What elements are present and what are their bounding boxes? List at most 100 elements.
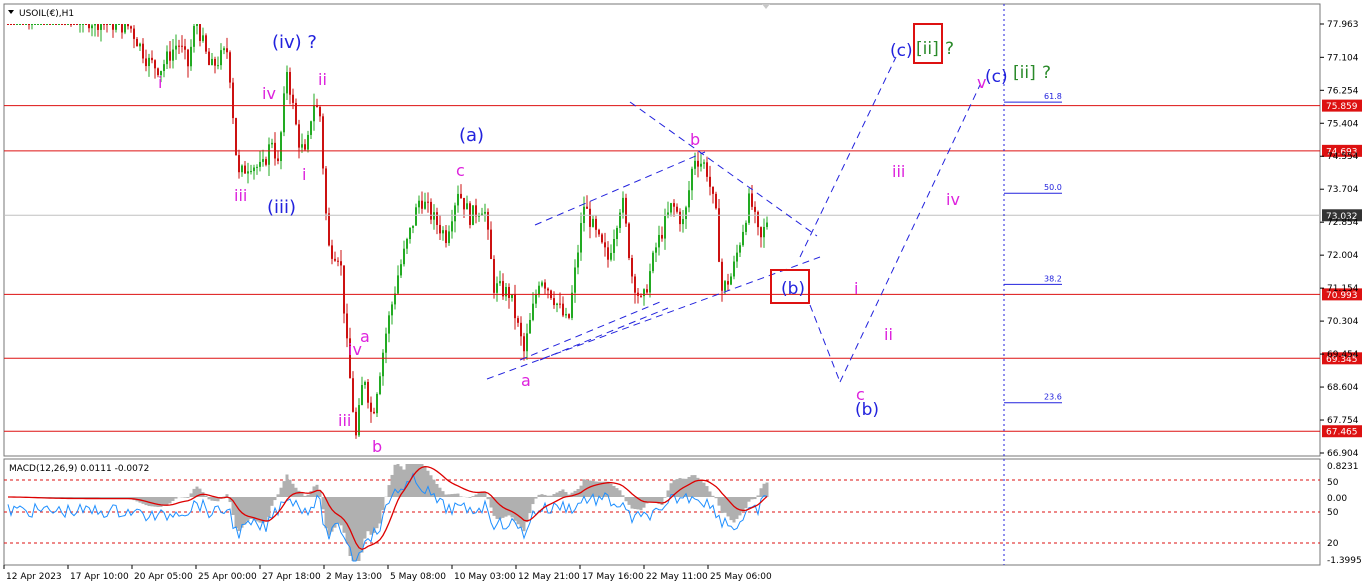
candle-body	[607, 247, 609, 260]
candle-body	[91, 25, 93, 29]
wave-label: i	[158, 73, 162, 92]
candle-body	[610, 252, 612, 260]
price-tick-label: 67.754	[1327, 416, 1359, 426]
candle-body	[211, 58, 213, 66]
candle-body	[106, 24, 108, 25]
candle-body	[418, 200, 420, 208]
candle-body	[364, 381, 366, 386]
candle-body	[661, 234, 663, 239]
candle-body	[715, 193, 717, 209]
candle-body	[259, 161, 261, 167]
candle-body	[415, 207, 417, 226]
candle-body	[55, 24, 57, 25]
price-tick-label: 66.904	[1327, 449, 1359, 459]
wave-label: b	[372, 437, 382, 456]
candle-body	[247, 171, 249, 174]
macd-axis-label: 0.00	[1327, 494, 1347, 504]
candle-body	[76, 24, 78, 25]
candle-body	[670, 203, 672, 213]
candle-body	[679, 211, 681, 225]
wave-label: i	[854, 279, 858, 298]
wave-label: (iii)	[267, 197, 296, 218]
candle-body	[493, 259, 495, 293]
candle-body	[328, 213, 330, 246]
candle-body	[736, 252, 738, 262]
candle-body	[16, 24, 18, 25]
candle-body	[10, 24, 12, 25]
candle-body	[526, 333, 528, 352]
candle-body	[172, 49, 174, 61]
candle-body	[271, 142, 273, 145]
candle-body	[709, 176, 711, 187]
candle-body	[124, 24, 126, 33]
candle-body	[241, 165, 243, 173]
candle-body	[169, 51, 171, 61]
wave-label: (iv) ?	[272, 32, 317, 53]
wave-label: a	[521, 371, 531, 390]
candle-body	[517, 318, 519, 323]
level-price-label: 67.465	[1326, 428, 1358, 438]
candle-body	[355, 411, 357, 436]
candle-body	[571, 292, 573, 318]
candle-body	[103, 24, 105, 25]
candle-body	[538, 285, 540, 295]
candle-body	[763, 226, 765, 238]
candle-body	[25, 24, 27, 25]
candle-body	[499, 281, 501, 284]
candle-body	[484, 211, 486, 214]
candle-body	[256, 166, 258, 168]
candle-body	[205, 35, 207, 52]
candle-body	[718, 208, 720, 262]
price-tick-label: 72.004	[1327, 251, 1359, 261]
candle-body	[262, 159, 264, 162]
candle-body	[199, 24, 201, 41]
candle-body	[664, 216, 666, 239]
candle-body	[733, 261, 735, 277]
candle-body	[511, 294, 513, 298]
candle-body	[193, 25, 195, 47]
wave-label: (c)	[985, 67, 1008, 87]
candle-body	[700, 163, 702, 167]
candle-body	[514, 294, 516, 319]
chart-window[interactable]: USOIL(€),H1 75.85974.69370.99369.34567.4…	[0, 0, 1366, 588]
candle-body	[508, 286, 510, 298]
candle-body	[115, 24, 117, 30]
candle-body	[451, 221, 453, 232]
candle-body	[154, 60, 156, 69]
candle-body	[34, 24, 36, 25]
candle-body	[742, 231, 744, 246]
candle-body	[541, 282, 543, 286]
candle-body	[748, 193, 750, 223]
candle-body	[175, 45, 177, 50]
price-tick-label: 71.154	[1327, 284, 1359, 294]
candle-body	[397, 275, 399, 294]
candle-body	[283, 93, 285, 133]
candle-body	[373, 411, 375, 414]
candle-body	[430, 201, 432, 220]
candle-body	[220, 50, 222, 66]
candle-body	[463, 197, 465, 210]
candle-body	[730, 276, 732, 285]
time-tick-label: 17 Apr 10:00	[70, 572, 129, 582]
candle-body	[652, 252, 654, 272]
candle-body	[226, 48, 228, 53]
candle-body	[406, 238, 408, 249]
fibonacci-label: 23.6	[1044, 393, 1062, 402]
candle-body	[181, 45, 183, 47]
time-tick-label: 17 May 16:00	[582, 572, 644, 582]
candle-body	[127, 24, 129, 27]
time-tick-label: 25 May 06:00	[710, 572, 772, 582]
candle-body	[520, 322, 522, 337]
candle-body	[487, 211, 489, 230]
candle-body	[73, 24, 75, 25]
candle-body	[394, 293, 396, 305]
wave-label: i	[302, 165, 306, 184]
candle-body	[568, 314, 570, 318]
candle-body	[187, 49, 189, 67]
candle-body	[190, 46, 192, 67]
candle-body	[589, 208, 591, 227]
candle-body	[298, 124, 300, 148]
candle-body	[745, 222, 747, 232]
candle-body	[142, 43, 144, 59]
macd-title: MACD(12,26,9) 0.0111 -0.0072	[9, 464, 149, 474]
